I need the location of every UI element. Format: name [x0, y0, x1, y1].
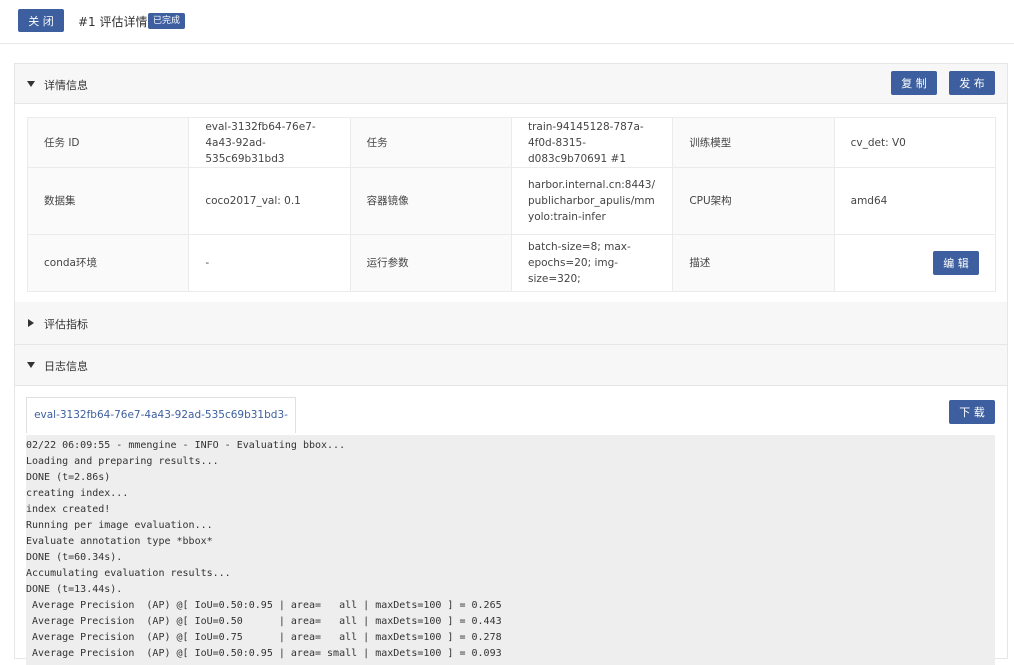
download-button[interactable]: 下 载: [949, 400, 995, 424]
field-label: 任务: [349, 117, 512, 168]
log-tab-bar: eval-3132fb64-76e7-4a43-92ad-535c69b31bd…: [26, 397, 995, 456]
publish-button[interactable]: 发 布: [949, 71, 995, 95]
status-badge: 已完成: [148, 13, 186, 29]
log-line: 02/22 06:09:55 - mmengine - INFO - Evalu…: [26, 440, 346, 451]
tab-log-pod[interactable]: eval-3132fb64-76e7-4a43-92ad-535c69b31bd…: [26, 397, 296, 456]
log-line: Average Precision (AP) @[ IoU=0.50:0.95 …: [26, 648, 502, 659]
logs-panel-header[interactable]: 日志信息: [15, 345, 1007, 386]
log-line: Average Precision (AP) @[ IoU=0.50 | are…: [26, 616, 502, 627]
metrics-panel-title: 评估指标: [44, 318, 88, 331]
log-line: DONE (t=13.44s).: [26, 584, 123, 595]
top-bar: 关 闭 #1 评估详情 已完成: [0, 0, 1014, 44]
caret-right-icon: [28, 319, 34, 327]
log-output[interactable]: 02/22 06:09:55 - mmengine - INFO - Evalu…: [26, 435, 995, 665]
field-value: amd64: [833, 167, 997, 235]
field-label: conda环境: [26, 234, 190, 292]
metrics-panel: 评估指标: [14, 302, 1008, 345]
field-value: batch-size=8; max-epochs=20; img-size=32…: [510, 234, 674, 292]
field-value: cv_det: V0: [833, 117, 997, 168]
caret-down-icon: [27, 81, 35, 87]
copy-button[interactable]: 复 制: [891, 71, 937, 95]
table-row: 数据集 coco2017_val: 0.1 容器镜像 harbor.intern…: [26, 167, 997, 235]
close-button[interactable]: 关 闭: [18, 9, 64, 32]
log-line: Running per image evaluation...: [26, 520, 213, 531]
log-line: creating index...: [26, 488, 129, 499]
details-table: 任务 ID eval-3132fb64-76e7-4a43-92ad-535c6…: [26, 117, 997, 292]
log-line: index created!: [26, 504, 111, 515]
logs-panel-title: 日志信息: [44, 360, 88, 373]
field-label: 任务 ID: [26, 117, 190, 168]
field-value: coco2017_val: 0.1: [188, 167, 351, 235]
field-value: harbor.internal.cn:8443/publicharbor_apu…: [510, 167, 674, 235]
log-line: Loading and preparing results...: [26, 456, 219, 467]
edit-button[interactable]: 编 辑: [933, 251, 979, 275]
details-panel-title: 详情信息: [44, 79, 88, 92]
page-title: #1 评估详情: [78, 15, 148, 29]
log-line: Evaluate annotation type *bbox*: [26, 536, 213, 547]
field-value: -: [188, 234, 351, 292]
metrics-panel-header[interactable]: 评估指标: [15, 302, 1007, 344]
log-line: Average Precision (AP) @[ IoU=0.75 | are…: [26, 632, 502, 643]
log-line: DONE (t=60.34s).: [26, 552, 123, 563]
field-label: 描述: [672, 234, 835, 292]
field-label: 容器镜像: [349, 167, 512, 235]
table-row: 任务 ID eval-3132fb64-76e7-4a43-92ad-535c6…: [26, 117, 997, 168]
field-value: train-94145128-787a-4f0d-8315-d083c9b706…: [510, 117, 674, 168]
log-line: Average Precision (AP) @[ IoU=0.50:0.95 …: [26, 600, 502, 611]
details-panel-header[interactable]: 详情信息 复 制 发 布: [15, 64, 1007, 104]
table-row: conda环境 - 运行参数 batch-size=8; max-epochs=…: [26, 234, 997, 292]
caret-down-icon: [27, 362, 35, 368]
details-panel: 详情信息 复 制 发 布 任务 ID eval-3132fb64-76e7-4a…: [14, 63, 1008, 303]
field-label: 训练模型: [672, 117, 835, 168]
description-cell: 编 辑: [833, 234, 997, 292]
field-label: CPU架构: [672, 167, 835, 235]
field-label: 运行参数: [349, 234, 512, 292]
log-line: DONE (t=2.86s): [26, 472, 111, 483]
field-value: eval-3132fb64-76e7-4a43-92ad-535c69b31bd…: [188, 117, 351, 168]
field-label: 数据集: [26, 167, 190, 235]
log-line: Accumulating evaluation results...: [26, 568, 231, 579]
